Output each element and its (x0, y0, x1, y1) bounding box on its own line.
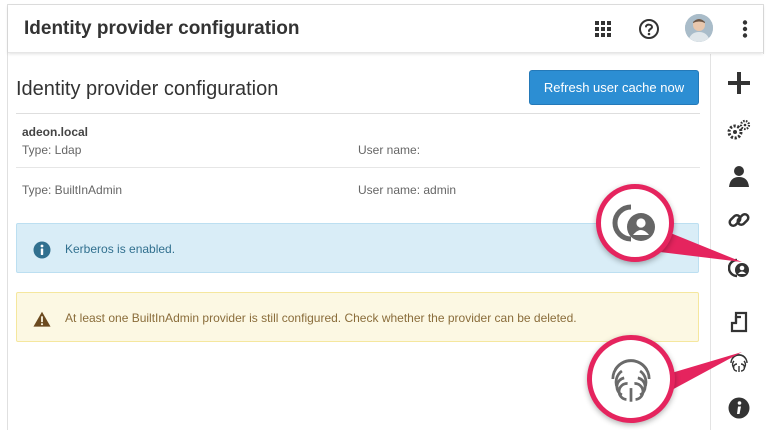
fingerprint-icon (611, 359, 651, 402)
identity-provider-icon (612, 204, 655, 242)
callout-identity-provider (596, 184, 674, 262)
callout-fingerprint (587, 335, 675, 423)
